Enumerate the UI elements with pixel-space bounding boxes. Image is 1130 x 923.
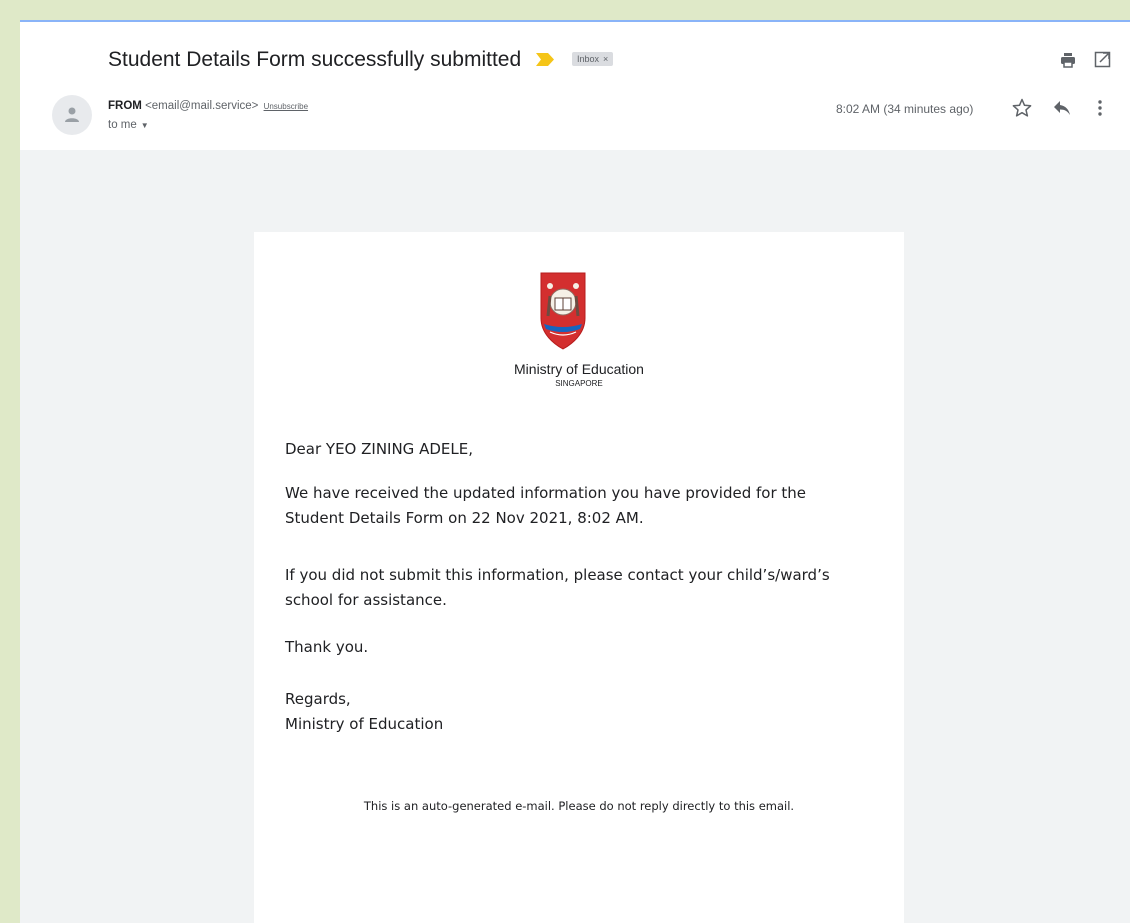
confirmation-paragraph: We have received the updated information…	[285, 481, 865, 531]
greeting: Dear YEO ZINING ADELE,	[285, 437, 865, 462]
recipient-text: to me	[108, 119, 137, 131]
ministry-name: Ministry of Education	[514, 361, 644, 377]
inbox-label-chip[interactable]: Inbox ×	[572, 52, 614, 66]
greeting-text: Dear YEO ZINING ADELE,	[285, 440, 473, 458]
sender-name[interactable]: FROM	[108, 100, 142, 112]
star-icon[interactable]	[1012, 98, 1032, 118]
sender-line: FROM <email@mail.service> Unsubscribe	[108, 100, 308, 112]
open-in-new-window-icon[interactable]	[1094, 51, 1111, 68]
auto-generated-notice: This is an auto-generated e-mail. Please…	[363, 799, 795, 813]
contact-line-1: If you did not submit this information, …	[285, 566, 830, 584]
email-subject: Student Details Form successfully submit…	[108, 48, 522, 71]
sender-avatar[interactable]	[52, 95, 92, 135]
person-icon	[65, 107, 79, 122]
email-body-card: Ministry of Education SINGAPORE Dear YEO…	[254, 232, 904, 923]
thanks-text: Thank you.	[285, 638, 369, 656]
window-top-border	[20, 20, 1130, 22]
email-timestamp: 8:02 AM (34 minutes ago)	[836, 102, 974, 116]
signoff-text: Regards,	[285, 690, 351, 708]
unsubscribe-link[interactable]: Unsubscribe	[264, 102, 308, 111]
reply-icon[interactable]	[1053, 100, 1071, 116]
sender-address: <email@mail.service>	[145, 100, 259, 112]
confirmation-line-2: Student Details Form on 22 Nov 2021, 8:0…	[285, 509, 644, 527]
remove-label-icon[interactable]: ×	[603, 54, 608, 64]
print-icon[interactable]	[1060, 52, 1076, 68]
inbox-label-text: Inbox	[577, 54, 600, 64]
confirmation-line-1: We have received the updated information…	[285, 484, 807, 502]
important-marker-icon[interactable]	[536, 53, 554, 66]
ministry-crest-logo	[540, 272, 586, 350]
contact-paragraph: If you did not submit this information, …	[285, 563, 865, 613]
more-options-icon[interactable]	[1093, 98, 1107, 118]
signature-text: Ministry of Education	[285, 715, 444, 733]
chevron-down-icon[interactable]: ▼	[141, 121, 149, 130]
email-header: Student Details Form successfully submit…	[20, 22, 1130, 150]
recipient-line[interactable]: to me ▼	[108, 119, 149, 131]
signature-block: Regards, Ministry of Education	[285, 687, 865, 737]
ministry-country: SINGAPORE	[555, 379, 603, 388]
email-view: Student Details Form successfully submit…	[20, 20, 1130, 923]
contact-line-2: school for assistance.	[285, 591, 447, 609]
thanks-paragraph: Thank you.	[285, 635, 865, 660]
